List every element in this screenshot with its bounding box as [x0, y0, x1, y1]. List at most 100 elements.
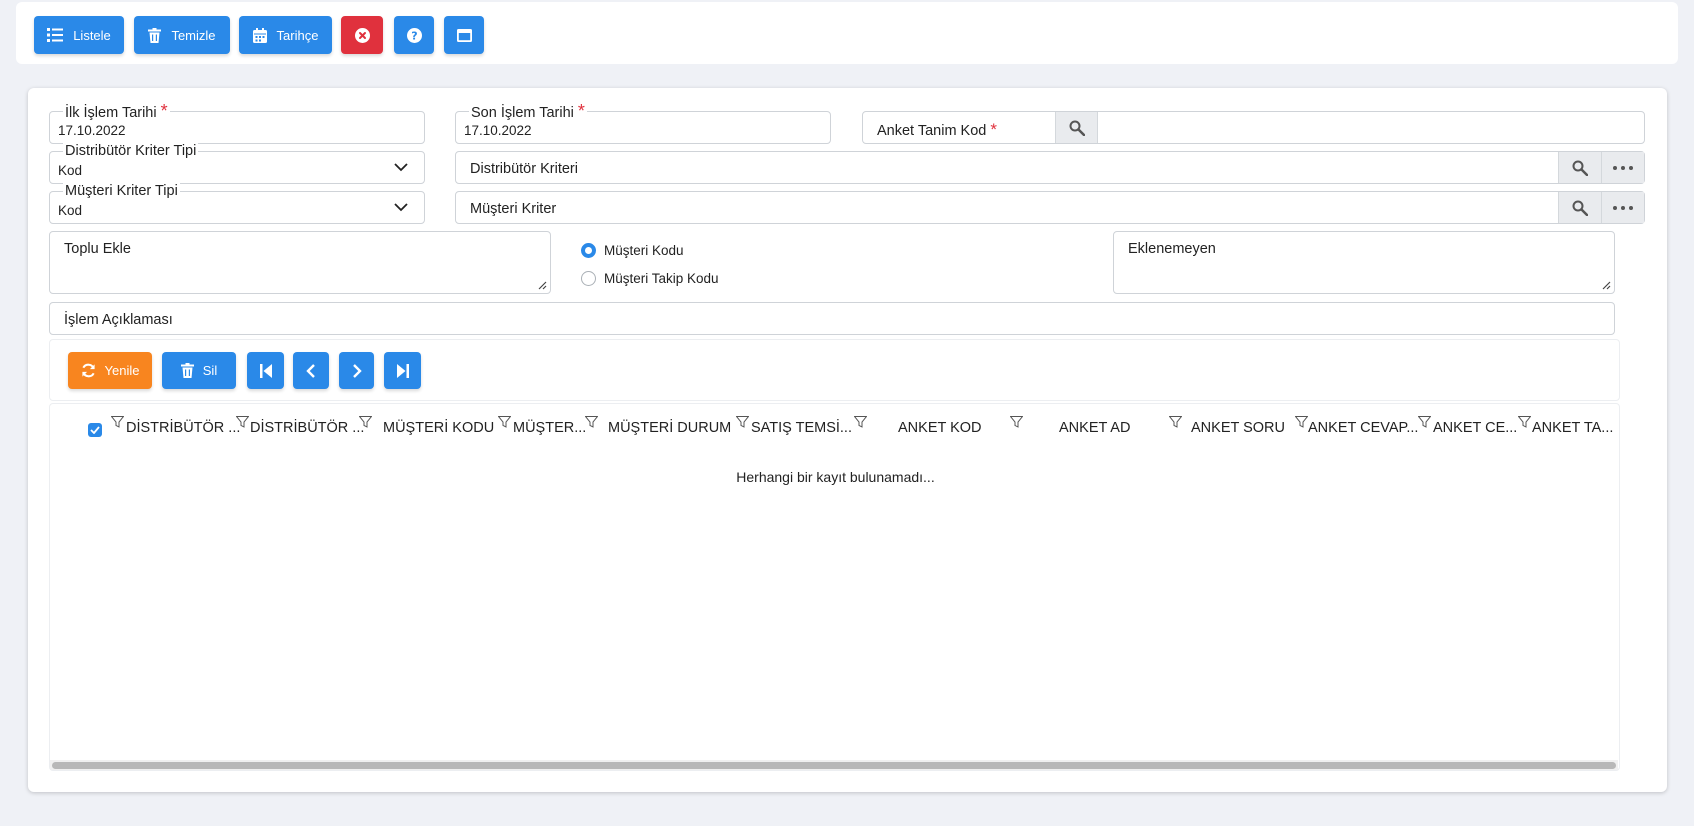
description-field[interactable]: İşlem Açıklaması	[49, 302, 1615, 335]
column-filter-icon[interactable]	[1417, 416, 1432, 431]
column-filter-icon[interactable]	[584, 416, 599, 431]
more-icon	[1613, 205, 1633, 210]
question-icon: ?	[406, 27, 422, 43]
column-header[interactable]: MÜŞTERİ KODU	[383, 420, 494, 436]
resize-grip-icon	[538, 281, 547, 290]
refresh-button-label: Yenile	[104, 363, 140, 378]
empty-message: Herhangi bir kayıt bulunamadı...	[736, 469, 935, 485]
radio-customer-code[interactable]: Müşteri Kodu	[581, 243, 684, 258]
first-date-value: 17.10.2022	[58, 123, 126, 138]
radio-customer-tracking-code[interactable]: Müşteri Takip Kodu	[581, 271, 719, 286]
close-button[interactable]	[341, 16, 383, 54]
survey-code-search-button[interactable]	[1055, 112, 1098, 143]
column-filter-icon[interactable]	[1168, 416, 1183, 431]
next-page-button[interactable]	[339, 352, 374, 389]
search-icon	[1572, 160, 1588, 176]
column-filter-icon[interactable]	[853, 416, 868, 431]
list-button-label: Listele	[73, 27, 111, 43]
distributor-search-button[interactable]	[1558, 152, 1601, 183]
resize-grip-icon	[1602, 281, 1611, 290]
customer-type-label: Müşteri Kriter Tipi	[63, 183, 180, 199]
column-filter-icon[interactable]	[110, 416, 125, 431]
radio-customer-tracking-label: Müşteri Takip Kodu	[604, 271, 719, 286]
first-page-icon	[259, 363, 272, 378]
refresh-button[interactable]: Yenile	[68, 352, 152, 389]
scrollbar-thumb[interactable]	[52, 762, 1616, 769]
trash-icon	[180, 363, 194, 378]
distributor-type-select[interactable]: Distribütör Kriter Tipi Kod	[49, 143, 425, 184]
distributor-type-value: Kod	[58, 163, 83, 178]
horizontal-scrollbar[interactable]	[50, 760, 1618, 770]
chevron-left-icon	[306, 363, 315, 378]
customer-more-button[interactable]	[1601, 192, 1644, 223]
bulk-add-textarea[interactable]: Toplu Ekle	[49, 231, 551, 294]
column-header[interactable]: DİSTRİBÜTÖR ...	[250, 420, 364, 436]
more-icon	[1613, 165, 1633, 170]
history-button-label: Tarihçe	[276, 27, 319, 43]
column-filter-icon[interactable]	[358, 416, 373, 431]
radio-unselected-indicator	[581, 271, 596, 286]
select-all-checkbox[interactable]	[88, 423, 102, 437]
column-filter-icon[interactable]	[1517, 416, 1532, 431]
chevron-down-icon	[394, 203, 408, 212]
delete-button[interactable]: Sil	[162, 352, 236, 389]
history-button[interactable]: Tarihçe	[239, 16, 332, 54]
column-header[interactable]: DİSTRİBÜTÖR ...	[126, 420, 240, 436]
chevron-down-icon	[394, 163, 408, 172]
search-icon	[1069, 120, 1085, 136]
column-header[interactable]: ANKET CE...	[1433, 420, 1517, 436]
distributor-more-button[interactable]	[1601, 152, 1644, 183]
customer-criteria-field[interactable]: Müşteri Kriter	[455, 191, 1645, 224]
list-icon	[47, 28, 64, 42]
previous-page-button[interactable]	[293, 352, 329, 389]
column-header[interactable]: ANKET SORU	[1191, 420, 1285, 436]
list-button[interactable]: Listele	[34, 16, 124, 54]
checkmark-icon	[90, 426, 100, 434]
column-filter-icon[interactable]	[1009, 416, 1024, 431]
clear-button-label: Temizle	[171, 27, 216, 43]
column-filter-icon[interactable]	[735, 416, 750, 431]
customer-type-select[interactable]: Müşteri Kriter Tipi Kod	[49, 183, 425, 224]
delete-button-label: Sil	[202, 363, 218, 378]
search-icon	[1572, 200, 1588, 216]
column-filter-icon[interactable]	[1294, 416, 1309, 431]
first-date-field[interactable]: İlk İşlem Tarihi * 17.10.2022	[49, 102, 425, 144]
customer-criteria-label: Müşteri Kriter	[470, 201, 557, 217]
survey-code-field[interactable]: Anket Tanim Kod *	[862, 111, 1645, 144]
column-header[interactable]: ANKET TA...	[1532, 420, 1613, 436]
chevron-right-icon	[352, 363, 362, 378]
column-header[interactable]: ANKET KOD	[898, 420, 982, 436]
first-date-label: İlk İşlem Tarihi *	[63, 101, 170, 121]
not-added-label: Eklenemeyen	[1128, 241, 1216, 257]
column-filter-icon[interactable]	[235, 416, 250, 431]
calendar-icon	[252, 27, 267, 43]
distributor-criteria-label: Distribütör Kriteri	[470, 161, 578, 177]
last-page-icon	[396, 363, 409, 378]
distributor-criteria-field[interactable]: Distribütör Kriteri	[455, 151, 1645, 184]
distributor-type-label: Distribütör Kriter Tipi	[63, 143, 199, 159]
trash-icon	[148, 27, 162, 43]
clear-button[interactable]: Temizle	[134, 16, 230, 54]
window-button[interactable]	[444, 16, 484, 54]
first-page-button[interactable]	[247, 352, 284, 389]
not-added-textarea[interactable]: Eklenemeyen	[1113, 231, 1615, 294]
column-header[interactable]: ANKET AD	[1059, 420, 1130, 436]
grid-toolbar: Yenile Sil	[49, 339, 1620, 401]
column-filter-icon[interactable]	[497, 416, 512, 431]
column-header[interactable]: MÜŞTERİ DURUM	[608, 420, 731, 436]
column-header[interactable]: ANKET CEVAP...	[1308, 420, 1418, 436]
data-grid: DİSTRİBÜTÖR ... DİSTRİBÜTÖR ... MÜŞTERİ KO…	[49, 403, 1620, 771]
help-button[interactable]: ?	[394, 16, 434, 54]
last-date-label: Son İşlem Tarihi *	[469, 101, 587, 121]
window-icon	[456, 28, 472, 42]
last-page-button[interactable]	[384, 352, 421, 389]
last-date-field[interactable]: Son İşlem Tarihi * 17.10.2022	[455, 102, 831, 144]
customer-type-value: Kod	[58, 203, 83, 218]
customer-search-button[interactable]	[1558, 192, 1601, 223]
column-header[interactable]: SATIŞ TEMSİ...	[751, 420, 852, 436]
column-header[interactable]: MÜŞTER...	[513, 420, 586, 436]
svg-text:?: ?	[411, 29, 417, 42]
survey-code-label: Anket Tanim Kod *	[877, 120, 997, 139]
top-toolbar: Listele Temizle Tarihçe ?	[16, 2, 1678, 64]
refresh-icon	[81, 363, 95, 378]
